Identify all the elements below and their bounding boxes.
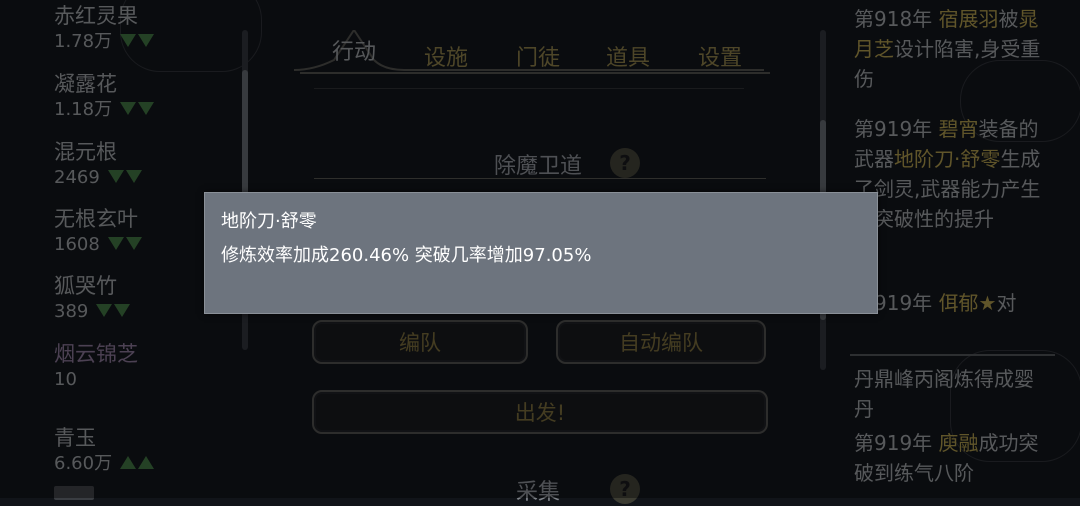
log-item: 地阶刀·舒零: [894, 147, 1001, 171]
resource-name: 凝露花: [54, 72, 117, 96]
resource-value: 389: [54, 301, 89, 322]
tab-action[interactable]: 行动: [332, 34, 376, 66]
trend-down-icon: [96, 300, 132, 324]
event-log[interactable]: 第918年 宿展羽被晁月芝设计陷害,身受重伤 第919年 碧宵装备的武器地阶刀·…: [850, 0, 1055, 498]
resource-name: 狐哭竹: [54, 274, 117, 298]
log-year: 第918年: [854, 7, 939, 31]
resource-value: 6.60万: [54, 453, 113, 474]
log-person: 佴郁★: [938, 291, 997, 315]
resource-name: 无根玄叶: [54, 207, 138, 231]
popup-description: 修炼效率加成260.46% 突破几率增加97.05%: [221, 245, 592, 266]
resource-value: 10: [54, 369, 77, 390]
log-year: 第919年: [854, 117, 939, 141]
resource-item: 无根玄叶 1608: [54, 205, 144, 257]
trend-down-icon: [107, 233, 144, 257]
divider: [314, 178, 766, 179]
help-icon[interactable]: ?: [610, 474, 640, 504]
trend-up-icon: [120, 452, 156, 476]
tab-disciples[interactable]: 门徒: [516, 40, 560, 72]
trend-down-icon: [120, 30, 156, 54]
tab-bar: 行动 设施 门徒 道具 设置: [294, 30, 774, 76]
resource-item: 青玉 6.60万: [54, 424, 156, 476]
resource-item: 烟云锦芝 10: [54, 340, 138, 392]
log-year: 第919年: [854, 431, 939, 455]
resource-item: 凝露花 1.18万: [54, 70, 156, 122]
log-entry: 第919年 碧宵装备的武器地阶刀·舒零生成了剑灵,武器能力产生了突破性的提升: [854, 114, 1050, 234]
resource-value: 1.78万: [54, 31, 113, 52]
log-entry: 第919年 庾融成功突破到练气八阶: [854, 428, 1050, 488]
tab-items[interactable]: 道具: [606, 40, 650, 72]
log-text: 对: [996, 291, 1017, 315]
news-entry: 丹鼎峰丙阁炼得成婴丹: [854, 367, 1034, 421]
depart-button[interactable]: 出发!: [312, 390, 768, 434]
tab-underline: [300, 72, 770, 74]
section-title-demon-slaying: 除魔卫道: [494, 154, 583, 179]
resource-name: 赤红灵果: [54, 4, 138, 28]
tab-settings[interactable]: 设置: [698, 40, 742, 72]
log-entry: 第918年 宿展羽被晁月芝设计陷害,身受重伤: [854, 4, 1050, 94]
team-button[interactable]: 编队: [312, 320, 528, 364]
resource-name: 青玉: [54, 426, 96, 450]
tab-facilities[interactable]: 设施: [424, 40, 468, 72]
resource-value: 2469: [54, 167, 100, 188]
log-person: 碧宵: [938, 117, 979, 141]
item-tooltip-popup[interactable]: 地阶刀·舒零 修炼效率加成260.46% 突破几率增加97.05%: [204, 192, 878, 314]
divider: [314, 88, 744, 89]
log-person: 宿展羽: [938, 7, 999, 31]
popup-title: 地阶刀·舒零: [221, 211, 317, 232]
log-text: 被: [998, 7, 1019, 31]
auto-team-button[interactable]: 自动编队: [556, 320, 766, 364]
resource-item: 狐哭竹 389: [54, 272, 132, 324]
trend-down-icon: [120, 98, 156, 122]
log-entry: 第919年 佴郁★对: [854, 288, 1050, 332]
resource-item: 赤红灵果 1.78万: [54, 2, 156, 54]
log-separator: [850, 354, 1055, 356]
resource-name: 混元根: [54, 140, 117, 164]
section-title-gather: 采集: [516, 480, 561, 505]
resource-item: 混元根 2469: [54, 138, 144, 190]
resource-value: 1.18万: [54, 99, 113, 120]
resource-value: 1608: [54, 234, 100, 255]
resource-name: 烟云锦芝: [54, 342, 138, 366]
trend-down-icon: [107, 166, 144, 190]
help-icon[interactable]: ?: [610, 148, 640, 178]
log-person: 庾融: [938, 431, 979, 455]
